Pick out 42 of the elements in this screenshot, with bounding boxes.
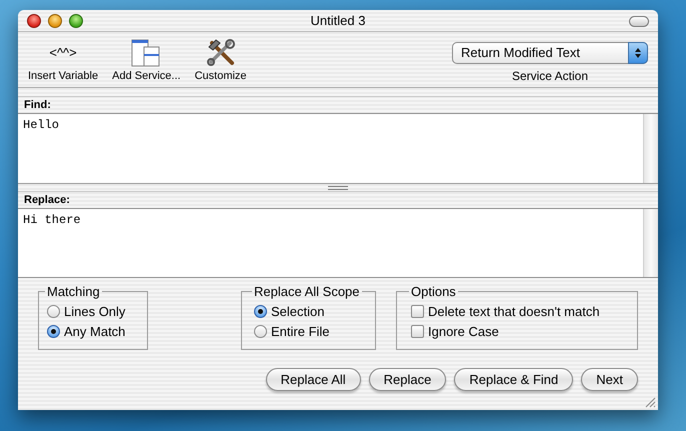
toolbar-button[interactable]: Add Service... <box>110 32 183 87</box>
push-button[interactable]: Next <box>581 368 638 391</box>
find-label: Find: <box>23 98 51 113</box>
radio-button[interactable] <box>47 305 60 318</box>
checkbox-label[interactable]: Delete text that doesn't match <box>428 302 600 322</box>
group-title: Matching <box>46 283 101 301</box>
hammer-wrench-icon <box>206 38 236 68</box>
minimize-button[interactable] <box>48 14 62 28</box>
service-action-label: Service Action <box>512 68 588 85</box>
scrollbar-track[interactable] <box>643 209 658 277</box>
variable-icon: <^^> <box>49 38 77 68</box>
grip-icon <box>328 186 348 190</box>
toolbar-toggle-button[interactable] <box>629 16 649 27</box>
checkbox[interactable] <box>411 325 424 338</box>
push-button[interactable]: Replace <box>368 368 446 391</box>
radio-button[interactable] <box>254 325 267 338</box>
toolbar-button[interactable]: Customize <box>192 32 249 87</box>
resize-grip-icon[interactable] <box>645 397 656 408</box>
dropdown-value: Return Modified Text <box>461 44 580 62</box>
replace-field[interactable]: Hi there <box>18 208 658 278</box>
checkbox-label[interactable]: Ignore Case <box>428 322 499 342</box>
radio-label[interactable]: Any Match <box>64 322 126 342</box>
radio-label[interactable]: Selection <box>271 302 324 322</box>
checkbox[interactable] <box>411 305 424 318</box>
window-title: Untitled 3 <box>310 12 366 30</box>
service-action-dropdown[interactable]: Return Modified Text <box>452 42 648 64</box>
toolbar-button[interactable]: <^^> Insert Variable <box>26 32 100 87</box>
push-button[interactable]: Replace All <box>266 368 361 391</box>
dropdown-arrows-icon <box>628 42 648 64</box>
radio-label[interactable]: Lines Only <box>64 302 126 322</box>
zoom-button[interactable] <box>69 14 83 28</box>
find-field[interactable]: Hello <box>18 113 658 183</box>
radio-button[interactable] <box>254 305 267 318</box>
group-title: Options <box>410 283 457 301</box>
replace-label: Replace: <box>23 193 70 208</box>
windows-icon <box>131 38 162 68</box>
push-button[interactable]: Replace & Find <box>454 368 574 391</box>
radio-label[interactable]: Entire File <box>271 322 330 342</box>
close-button[interactable] <box>27 14 41 28</box>
radio-button[interactable] <box>47 325 60 338</box>
scrollbar-track[interactable] <box>643 114 658 183</box>
group-title: Replace All Scope <box>253 283 361 301</box>
